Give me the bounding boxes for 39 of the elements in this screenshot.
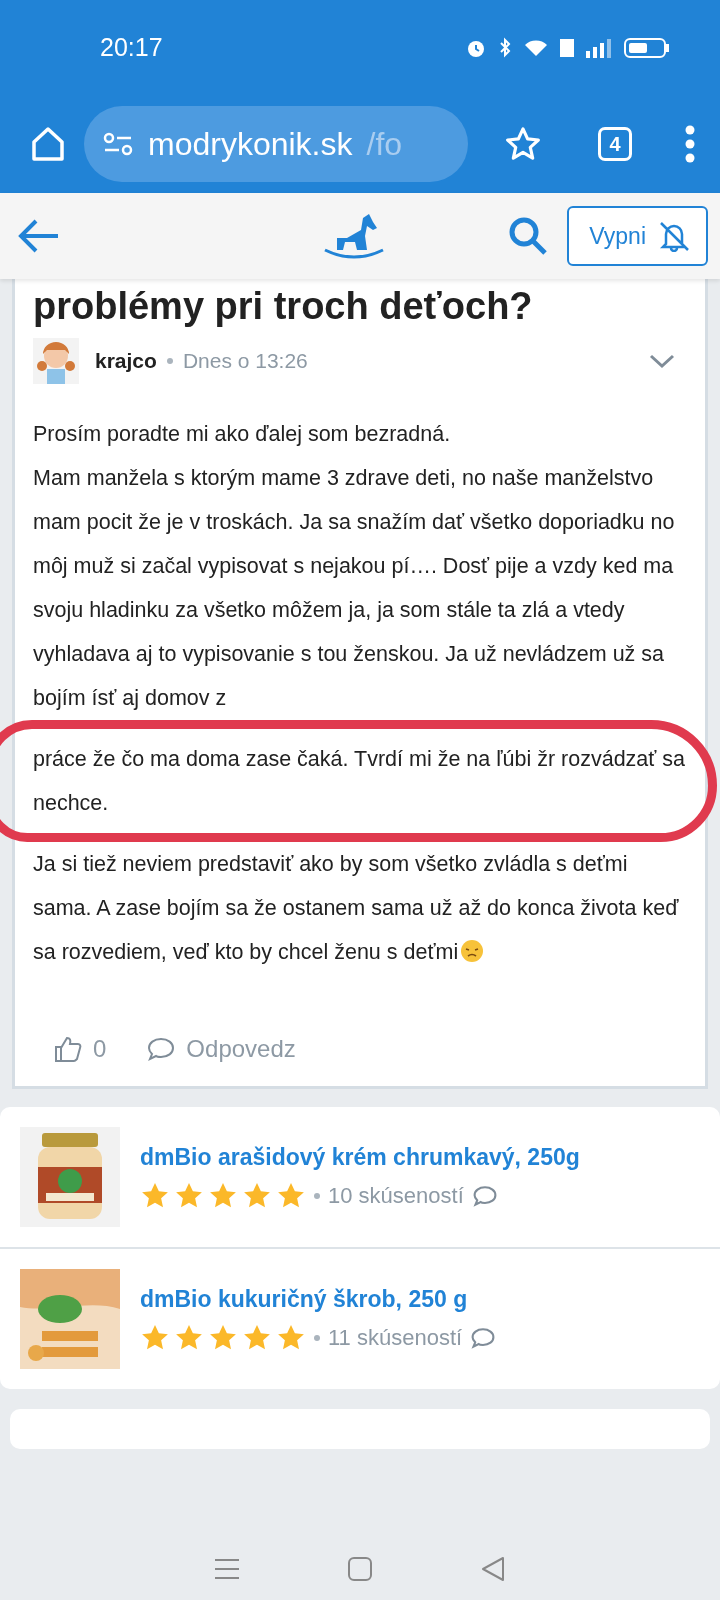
rocking-horse-logo[interactable] <box>322 212 385 260</box>
mute-notifications-button[interactable]: Vypni <box>567 206 708 266</box>
wifi-icon <box>524 38 548 57</box>
review-count[interactable]: 10 skúseností <box>328 1182 464 1209</box>
post-text: Ja si tiež neviem predstaviť ako by som všetko zvládla s deťmi sama. A zase bojím sa že ostanem sama už až do konca života keď sa rozvediem, veď kto by chcel ženu s deťmi <box>33 851 680 966</box>
post-time: Dnes o 13:26 <box>182 349 308 373</box>
separator-dot <box>314 1334 320 1341</box>
back-icon[interactable] <box>480 1556 507 1582</box>
reply-button[interactable]: Odpovedz <box>146 1034 296 1064</box>
review-count[interactable]: 11 skúseností <box>328 1324 463 1351</box>
comment-icon <box>471 1183 498 1208</box>
star-icon[interactable] <box>504 125 542 163</box>
site-settings-icon <box>102 132 134 156</box>
like-button[interactable]: 0 <box>53 1034 107 1064</box>
author-name[interactable]: krajco <box>95 349 157 373</box>
separator-dot <box>166 358 173 364</box>
tab-count-button[interactable]: 4 <box>598 127 632 161</box>
post-text: Prosím poradte mi ako ďalej som bezradná. <box>33 421 452 448</box>
back-arrow-icon[interactable] <box>18 218 60 254</box>
product-link[interactable]: dmBio arašidový krém chrumkavý, 250g <box>140 1143 580 1171</box>
signal-icon <box>586 37 612 58</box>
thumbs-up-icon <box>53 1034 83 1064</box>
post-text: Mam manžela s ktorým mame 3 zdrave deti, no naše manželstvo mam pocit že je v troskách. Ja sa snažím dať všetko doporiadku no môj muž si začal vypisovat s nejakou pí…. Dosť pije a vzdy ked ma svoju hladinku za všetko môžem ja, ja som stále ta zlá a vtedy vyhladava aj to vypisovanie s tou ženskou. Ja už nevládzem už sa bojím ísť aj domov z <box>33 465 676 712</box>
sad-face-icon <box>460 939 485 963</box>
address-bar[interactable]: modrykonik.sk /fo <box>84 106 468 182</box>
avatar[interactable] <box>33 338 79 384</box>
post-text: práce že čo ma doma zase čaká. Tvrdí mi že na ľúbi žr rozvádzať sa nechce. <box>33 746 687 817</box>
menu-icon[interactable] <box>684 124 696 164</box>
chevron-down-icon[interactable] <box>649 353 675 369</box>
comment-icon <box>470 1325 497 1350</box>
post-title: problémy pri troch deťoch? <box>33 284 534 329</box>
clock: 20:17 <box>100 33 163 62</box>
bluetooth-icon <box>498 36 512 59</box>
product-link[interactable]: dmBio kukuričný škrob, 250 g <box>140 1285 497 1313</box>
menu-icon[interactable] <box>213 1556 240 1582</box>
comment-icon <box>146 1036 177 1062</box>
separator-dot <box>314 1192 320 1199</box>
home-button-icon[interactable] <box>347 1556 373 1582</box>
battery-icon <box>624 37 670 58</box>
